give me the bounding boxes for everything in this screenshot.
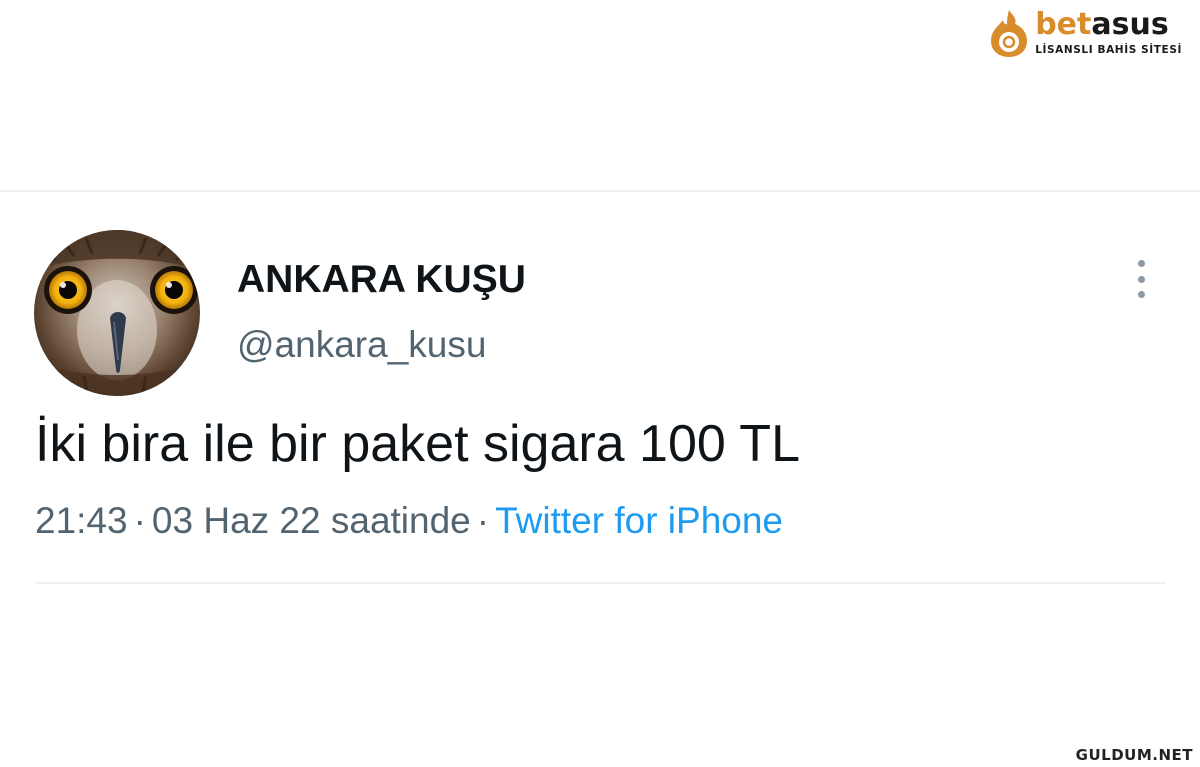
tweet-meta: 21:43 · 03 Haz 22 saatinde · Twitter for iPh… bbox=[35, 498, 783, 544]
more-vertical-icon bbox=[1137, 275, 1145, 283]
site-watermark: GULDUM.NET bbox=[1072, 745, 1196, 765]
brand-logo-icon bbox=[991, 10, 1028, 57]
more-vertical-icon bbox=[1137, 260, 1145, 267]
tweet-date[interactable]: 03 Haz 22 saatinde bbox=[152, 500, 471, 541]
more-vertical-icon bbox=[1137, 291, 1145, 298]
meta-separator: · bbox=[476, 500, 490, 541]
more-options-button[interactable] bbox=[1128, 256, 1154, 302]
avatar[interactable] bbox=[34, 230, 200, 396]
tweet-source-link[interactable]: Twitter for iPhone bbox=[495, 500, 783, 541]
tweet-text: İki bira ile bir paket sigara 100 TL bbox=[35, 415, 800, 473]
brand-name: betasus bbox=[1035, 10, 1169, 40]
top-divider bbox=[0, 190, 1200, 192]
brand-tagline: LİSANSLI BAHİS SİTESİ bbox=[1035, 44, 1182, 56]
meta-separator: · bbox=[133, 500, 146, 541]
display-name[interactable]: ANKARA KUŞU bbox=[237, 256, 526, 304]
brand-name-bet: bet bbox=[1035, 7, 1092, 42]
tweet-time[interactable]: 21:43 bbox=[35, 500, 128, 541]
owl-avatar-icon bbox=[34, 230, 200, 396]
brand-logo: betasus LİSANSLI BAHİS SİTESİ bbox=[989, 8, 1182, 58]
brand-name-asus: asus bbox=[1091, 7, 1169, 42]
bottom-divider bbox=[35, 582, 1166, 584]
user-handle[interactable]: @ankara_kusu bbox=[237, 322, 486, 368]
